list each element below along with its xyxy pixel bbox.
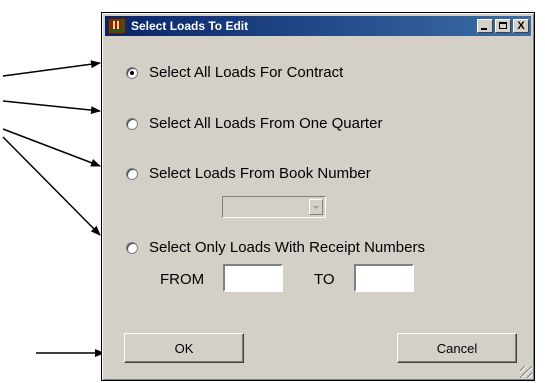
option-all-loads-contract[interactable]: Select All Loads For Contract (126, 64, 343, 81)
minimize-icon (481, 28, 487, 30)
app-icon[interactable] (108, 18, 126, 34)
close-button[interactable]: X (513, 19, 529, 33)
arrow-to-option-3 (2, 128, 101, 167)
book-number-combo[interactable] (222, 196, 326, 218)
arrow-to-option-2 (2, 100, 101, 115)
minimize-button[interactable] (477, 19, 493, 33)
select-loads-dialog: Select Loads To Edit X Select All Loads … (101, 12, 535, 381)
close-icon: X (517, 20, 525, 32)
option-label: Select All Loads For Contract (149, 64, 344, 81)
option-loads-one-quarter[interactable]: Select All Loads From One Quarter (126, 115, 382, 132)
receipt-to-input[interactable] (354, 264, 414, 292)
to-label: TO (314, 271, 335, 288)
maximize-button[interactable] (495, 19, 511, 33)
window-title: Select Loads To Edit (131, 19, 249, 33)
resize-grip-icon[interactable] (520, 366, 532, 378)
cancel-button[interactable]: Cancel (397, 333, 517, 363)
title-bar[interactable]: Select Loads To Edit X (105, 16, 531, 36)
maximize-icon (499, 22, 507, 29)
arrow-to-option-1 (2, 60, 101, 77)
option-label: Select All Loads From One Quarter (149, 115, 383, 132)
chevron-down-icon[interactable] (309, 199, 323, 215)
option-label: Select Loads From Book Number (149, 165, 371, 182)
ok-button[interactable]: OK (124, 333, 244, 363)
receipt-from-input[interactable] (223, 264, 283, 292)
radio-loads-one-quarter[interactable] (126, 117, 138, 130)
radio-loads-book-number[interactable] (126, 167, 138, 180)
option-loads-receipt-numbers[interactable]: Select Only Loads With Receipt Numbers (126, 239, 425, 256)
radio-all-loads-contract[interactable] (126, 66, 138, 79)
from-label: FROM (160, 271, 205, 288)
option-loads-book-number[interactable]: Select Loads From Book Number (126, 165, 371, 182)
arrow-to-option-4 (2, 136, 101, 236)
radio-loads-receipt-numbers[interactable] (126, 241, 138, 254)
option-label: Select Only Loads With Receipt Numbers (149, 239, 425, 256)
